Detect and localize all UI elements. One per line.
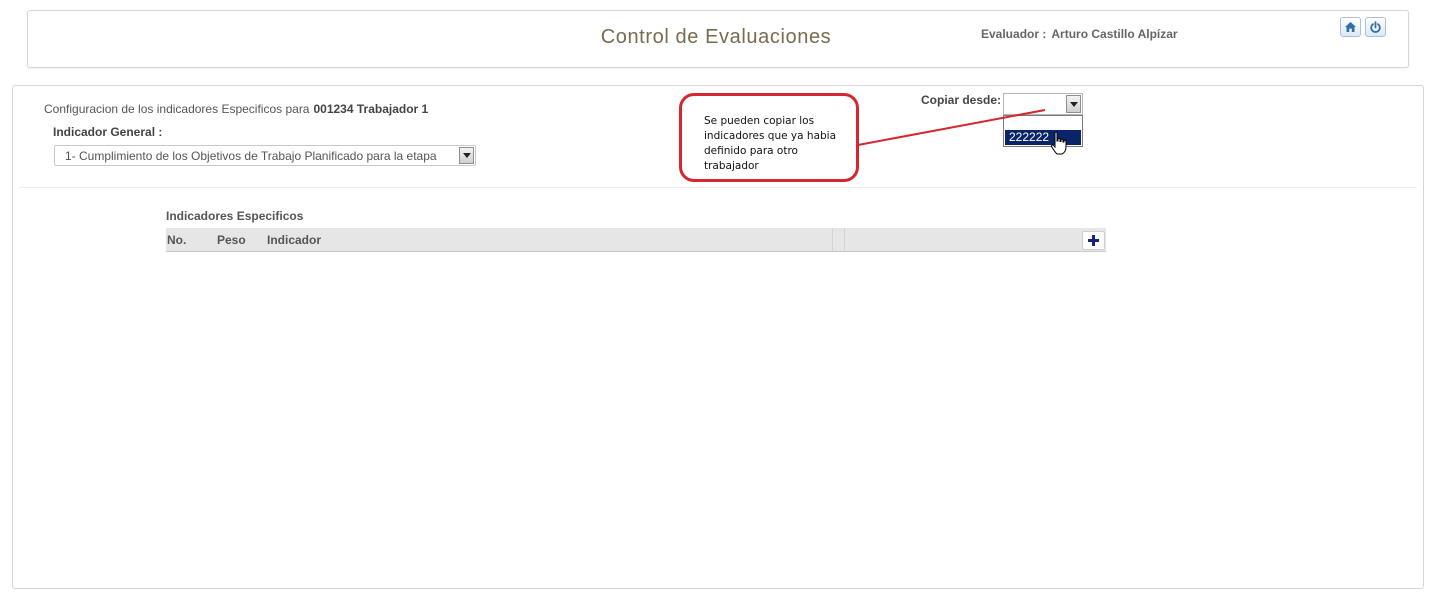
add-indicador-button[interactable]: [1082, 231, 1105, 250]
column-header-indicador: Indicador: [267, 233, 322, 247]
dropdown-arrow-icon[interactable]: [459, 147, 474, 164]
column-header-peso: Peso: [217, 233, 246, 247]
power-icon: [1370, 20, 1381, 33]
indicador-general-value: 1- Cumplimiento de los Objetivos de Trab…: [65, 149, 437, 163]
config-description: Configuracion de los indicadores Especif…: [44, 102, 428, 116]
page-title: Control de Evaluaciones: [600, 26, 832, 48]
column-header-no: No.: [167, 233, 187, 247]
logout-button[interactable]: [1365, 17, 1386, 37]
copiar-desde-select[interactable]: [1003, 93, 1083, 115]
divider: [19, 187, 1417, 188]
indicadores-table-header: No. Peso Indicador: [166, 228, 1106, 252]
column-separator: [844, 228, 845, 251]
column-separator: [832, 228, 833, 251]
evaluator-label: Evaluador :: [981, 27, 1047, 41]
copiar-desde-label: Copiar desde:: [921, 93, 1002, 107]
callout-text: Se pueden copiar los indicadores que ya …: [704, 115, 837, 172]
copiar-desde-dropdown-list: 222222: [1003, 115, 1083, 147]
config-prefix: Configuracion de los indicadores Especif…: [44, 102, 310, 116]
hand-cursor-icon: [1050, 131, 1067, 155]
callout-annotation: Se pueden copiar los indicadores que ya …: [679, 93, 859, 182]
evaluator-info: Evaluador : Arturo Castillo Alpízar: [981, 27, 1178, 41]
plus-icon: [1088, 235, 1099, 246]
indicador-general-label: Indicador General :: [53, 125, 163, 139]
dropdown-arrow-icon[interactable]: [1066, 95, 1081, 113]
home-icon: [1345, 22, 1356, 32]
worker-name: 001234 Trabajador 1: [313, 102, 429, 116]
evaluator-name: Arturo Castillo Alpízar: [1051, 27, 1178, 41]
home-button[interactable]: [1340, 17, 1361, 37]
copiar-option-222222[interactable]: 222222: [1005, 130, 1081, 145]
indicadores-especificos-title: Indicadores Especificos: [166, 209, 304, 223]
header-panel: Control de Evaluaciones Evaluador : Artur…: [27, 10, 1409, 68]
indicador-general-select[interactable]: 1- Cumplimiento de los Objetivos de Trab…: [54, 145, 476, 166]
